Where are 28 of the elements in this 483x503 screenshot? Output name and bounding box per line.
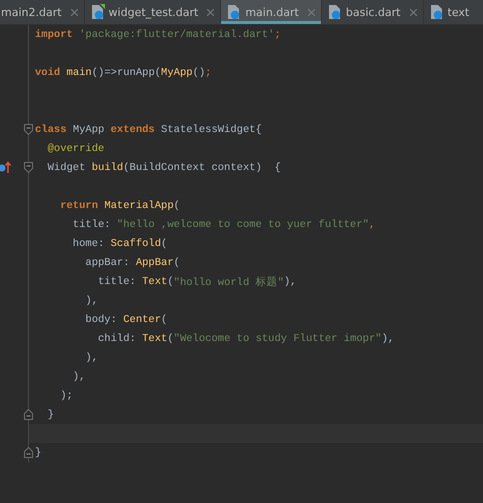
file-tab[interactable]: main2.dart: [0, 0, 85, 24]
close-icon[interactable]: [207, 8, 214, 16]
code-line: appBar: AppBar(: [84, 256, 181, 270]
fold-icon[interactable]: [24, 447, 33, 458]
code-line: title: Text("hollo world 标题"),: [97, 274, 298, 290]
code-line: }: [34, 446, 42, 460]
close-icon[interactable]: [410, 8, 416, 16]
code-line: ),: [84, 350, 100, 366]
code-line: Widget build(BuildContext context) {: [46, 160, 282, 176]
code-line: void main()=>runApp(MyApp();: [34, 66, 212, 80]
code-line: home: Scaffold(: [72, 236, 168, 252]
code-line: ),: [72, 370, 86, 384]
fold-icon[interactable]: [24, 124, 33, 135]
fold-icon[interactable]: [24, 409, 33, 420]
code-line: @override: [46, 142, 106, 156]
code-line: title: "hello ,welcome to come to yuer fultter",: [72, 218, 376, 232]
fold-icon[interactable]: [24, 162, 33, 173]
file-tab[interactable]: main.dart: [221, 0, 322, 24]
code-line: }: [46, 408, 55, 422]
code-line: child: Text("Welocome to study Flutter imopr"),: [97, 332, 396, 346]
code-line: body: Center(: [84, 312, 168, 328]
close-icon[interactable]: [70, 8, 78, 16]
code-line: return MaterialApp(: [59, 198, 181, 214]
code-line: import 'package:flutter/material.dart';: [34, 28, 282, 42]
code-line: ),: [84, 294, 100, 308]
code-line: );: [59, 388, 74, 404]
code-line: class MyApp extends StatelessWidget{: [34, 122, 263, 138]
override-marker-icon[interactable]: [0, 161, 11, 174]
